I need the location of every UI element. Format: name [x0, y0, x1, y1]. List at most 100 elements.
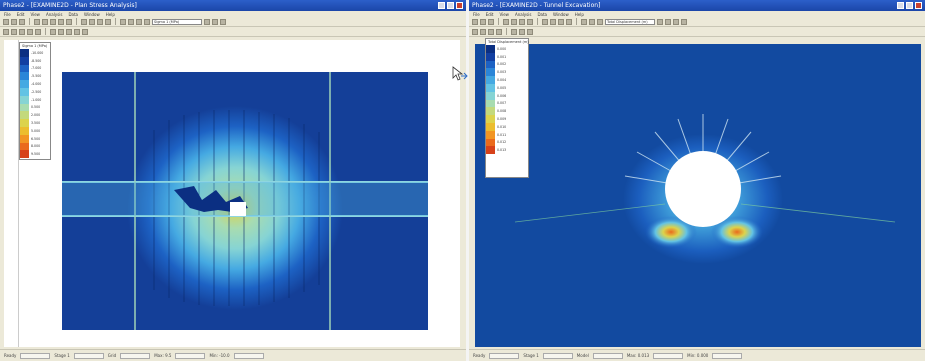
left-contour-legend[interactable]: Sigma 1 (MPa) -10.000 -8.500 -7.000 -5.500-…	[19, 42, 51, 160]
zoom-out-icon[interactable]	[89, 18, 95, 25]
zoom-out-icon[interactable]	[550, 18, 556, 25]
right-minimize-button[interactable]	[897, 2, 904, 9]
legend-row: 0.004	[486, 76, 528, 84]
save-icon[interactable]	[488, 18, 494, 25]
legend-value: 0.010	[497, 124, 507, 129]
left-maximize-button[interactable]	[447, 2, 454, 9]
paste-icon[interactable]	[50, 18, 56, 25]
right-contour-plot[interactable]	[475, 44, 921, 347]
contour-options-icon[interactable]	[204, 18, 210, 25]
restraint-icon[interactable]	[58, 28, 64, 35]
zoom-in-icon[interactable]	[81, 18, 87, 25]
copy-icon[interactable]	[511, 18, 517, 25]
legend-row: -5.500	[20, 72, 50, 81]
boundary-icon[interactable]	[11, 28, 17, 35]
joint-icon[interactable]	[82, 28, 88, 35]
right-menu-data[interactable]: Data	[537, 12, 547, 17]
right-menu-view[interactable]: View	[499, 12, 509, 17]
left-contour-plot[interactable]	[4, 40, 460, 347]
display-options-icon[interactable]	[220, 18, 226, 25]
right-maximize-button[interactable]	[906, 2, 913, 9]
liner-icon[interactable]	[527, 28, 533, 35]
left-menu-help[interactable]: Help	[106, 12, 115, 17]
stage-icon[interactable]	[50, 28, 56, 35]
display-options-icon[interactable]	[673, 18, 679, 25]
loads-icon[interactable]	[35, 28, 41, 35]
pan-icon[interactable]	[566, 18, 572, 25]
left-menu-file[interactable]: File	[4, 12, 11, 17]
select-icon[interactable]	[3, 28, 9, 35]
contour-select[interactable]: Total Displacement (m)	[605, 18, 655, 25]
material-icon[interactable]	[496, 28, 502, 35]
left-menu-window[interactable]: Window	[84, 12, 100, 17]
left-minimize-button[interactable]	[438, 2, 445, 9]
compute-icon[interactable]	[581, 18, 587, 25]
left-menu-edit[interactable]: Edit	[17, 12, 25, 17]
status-field: Max: 0.013	[626, 353, 650, 358]
bolt-icon[interactable]	[66, 28, 72, 35]
compute-icon[interactable]	[120, 18, 126, 25]
left-close-button[interactable]	[456, 2, 463, 9]
pan-icon[interactable]	[105, 18, 111, 25]
graph-icon[interactable]	[597, 18, 603, 25]
undo-icon[interactable]	[58, 18, 64, 25]
zoom-all-icon[interactable]	[97, 18, 103, 25]
legend-swatch	[486, 68, 495, 77]
bolt-icon[interactable]	[519, 28, 525, 35]
left-menu-data[interactable]: Data	[68, 12, 78, 17]
right-menu-edit[interactable]: Edit	[486, 12, 494, 17]
legend-row: 0.011	[486, 130, 528, 139]
material-icon[interactable]	[27, 28, 33, 35]
copy-icon[interactable]	[42, 18, 48, 25]
query-icon[interactable]	[144, 18, 150, 25]
right-title-bar[interactable]: Phase2 - [EXAMINE2D - Tunnel Excavation]	[469, 0, 925, 11]
save-icon[interactable]	[19, 18, 25, 25]
legend-icon[interactable]	[665, 18, 671, 25]
liner-icon[interactable]	[74, 28, 80, 35]
left-toolbar-1: Sigma 1 (MPa)	[0, 17, 466, 27]
mesh-icon[interactable]	[488, 28, 494, 35]
right-menu-analysis[interactable]: Analysis	[515, 12, 531, 17]
boundary-icon[interactable]	[480, 28, 486, 35]
legend-swatch	[486, 99, 495, 108]
right-menu-window[interactable]: Window	[553, 12, 569, 17]
contour-select[interactable]: Sigma 1 (MPa)	[152, 18, 202, 25]
right-menu-file[interactable]: File	[473, 12, 480, 17]
print-icon[interactable]	[34, 18, 40, 25]
new-file-icon[interactable]	[3, 18, 9, 25]
mesh-icon[interactable]	[19, 28, 25, 35]
right-model-viewport[interactable]: Total Displacement (m) 0.000 0.001 0.002 0.…	[475, 38, 921, 347]
legend-icon[interactable]	[212, 18, 218, 25]
left-title-bar[interactable]: Phase2 - [EXAMINE2D - Plan Stress Analys…	[0, 0, 466, 11]
right-menu-help[interactable]: Help	[575, 12, 584, 17]
stage-icon[interactable]	[511, 28, 517, 35]
redo-icon[interactable]	[527, 18, 533, 25]
legend-value: 0.500	[31, 105, 41, 110]
legend-value: 0.009	[497, 117, 507, 122]
zoom-in-icon[interactable]	[542, 18, 548, 25]
new-file-icon[interactable]	[472, 18, 478, 25]
select-icon[interactable]	[472, 28, 478, 35]
contour-options-icon[interactable]	[657, 18, 663, 25]
open-file-icon[interactable]	[11, 18, 17, 25]
right-close-button[interactable]	[915, 2, 922, 9]
redo-icon[interactable]	[66, 18, 72, 25]
status-cell	[542, 352, 573, 359]
open-file-icon[interactable]	[480, 18, 486, 25]
interpret-icon[interactable]	[589, 18, 595, 25]
legend-row: 8.000	[20, 142, 50, 151]
graph-icon[interactable]	[136, 18, 142, 25]
toolbar-separator	[115, 18, 116, 25]
legend-row: 0.500	[20, 103, 50, 112]
query-icon[interactable]	[681, 18, 687, 25]
undo-icon[interactable]	[519, 18, 525, 25]
left-model-viewport[interactable]: Sigma 1 (MPa) -10.000 -8.500 -7.000 -5.500-…	[4, 40, 460, 347]
left-menu-analysis[interactable]: Analysis	[46, 12, 62, 17]
legend-row: -4.000	[20, 80, 50, 88]
right-contour-legend[interactable]: Total Displacement (m) 0.000 0.001 0.002 0.…	[485, 38, 529, 178]
print-icon[interactable]	[503, 18, 509, 25]
interpret-icon[interactable]	[128, 18, 134, 25]
left-menu-view[interactable]: View	[30, 12, 40, 17]
zoom-all-icon[interactable]	[558, 18, 564, 25]
legend-swatch	[20, 150, 29, 159]
